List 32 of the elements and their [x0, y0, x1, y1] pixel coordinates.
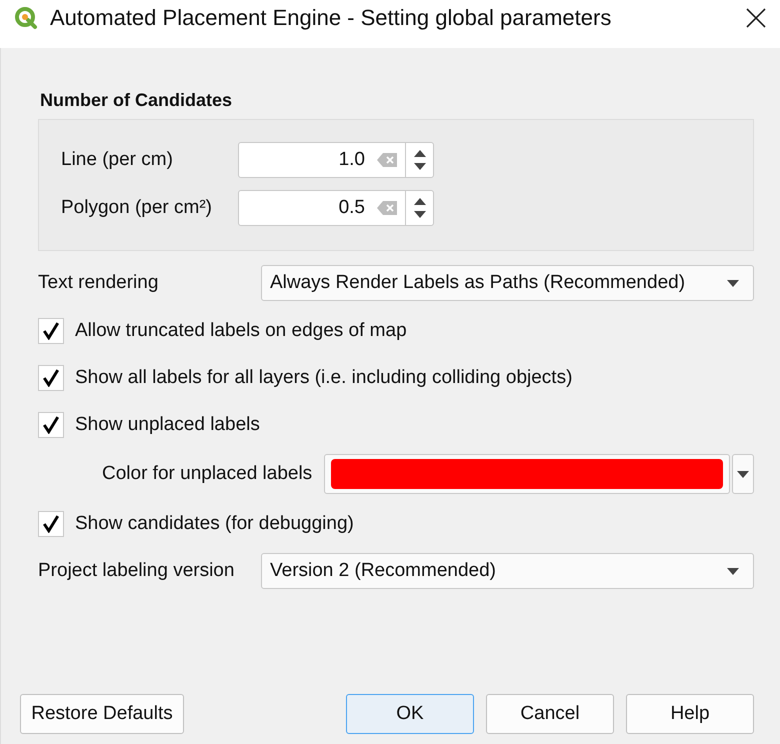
checkbox[interactable]	[38, 412, 64, 438]
checkbox-label: Show candidates (for debugging)	[75, 512, 354, 534]
field-label: Line (per cm)	[61, 149, 174, 171]
dropdown-button[interactable]	[732, 454, 754, 494]
caret-icon	[727, 280, 739, 286]
checkbox[interactable]	[38, 364, 64, 390]
caret-icon	[727, 568, 739, 574]
checkbox-label: Show all labels for all layers (i.e. including colliding objects)	[75, 366, 572, 388]
field-label: Project labeling version	[38, 560, 236, 582]
caret-icon	[737, 470, 749, 478]
close-icon[interactable]	[746, 8, 766, 28]
dropdown[interactable]: Version 2 (Recommended)	[261, 553, 754, 589]
spin-box[interactable]: 0.5	[238, 190, 434, 226]
dropdown[interactable]: Always Render Labels as Paths (Recommended)	[261, 265, 754, 301]
spin-arrows-icon[interactable]	[412, 196, 426, 220]
field-label: Color for unplaced labels	[102, 463, 312, 485]
spin-arrows-icon[interactable]	[412, 148, 426, 172]
checkbox[interactable]	[38, 510, 64, 536]
field-label: Text rendering	[38, 272, 160, 294]
dialog-button[interactable]: Help	[626, 694, 754, 734]
window-title: Automated Placement Engine - Setting global parameters	[50, 5, 612, 31]
dialog-button[interactable]: Cancel	[486, 694, 614, 734]
dialog-button[interactable]: Restore Defaults	[20, 694, 184, 734]
checkbox-label: Allow truncated labels on edges of map	[75, 320, 407, 342]
checkbox-label: Show unplaced labels	[75, 414, 260, 436]
spin-box[interactable]: 1.0	[238, 142, 434, 178]
field-label: Polygon (per cm²)	[61, 197, 213, 219]
group-title: Number of Candidates	[40, 90, 232, 111]
color-button[interactable]	[324, 454, 730, 494]
app-logo-icon	[14, 6, 38, 30]
checkbox[interactable]	[38, 318, 64, 344]
dialog-button[interactable]: OK	[346, 694, 474, 734]
